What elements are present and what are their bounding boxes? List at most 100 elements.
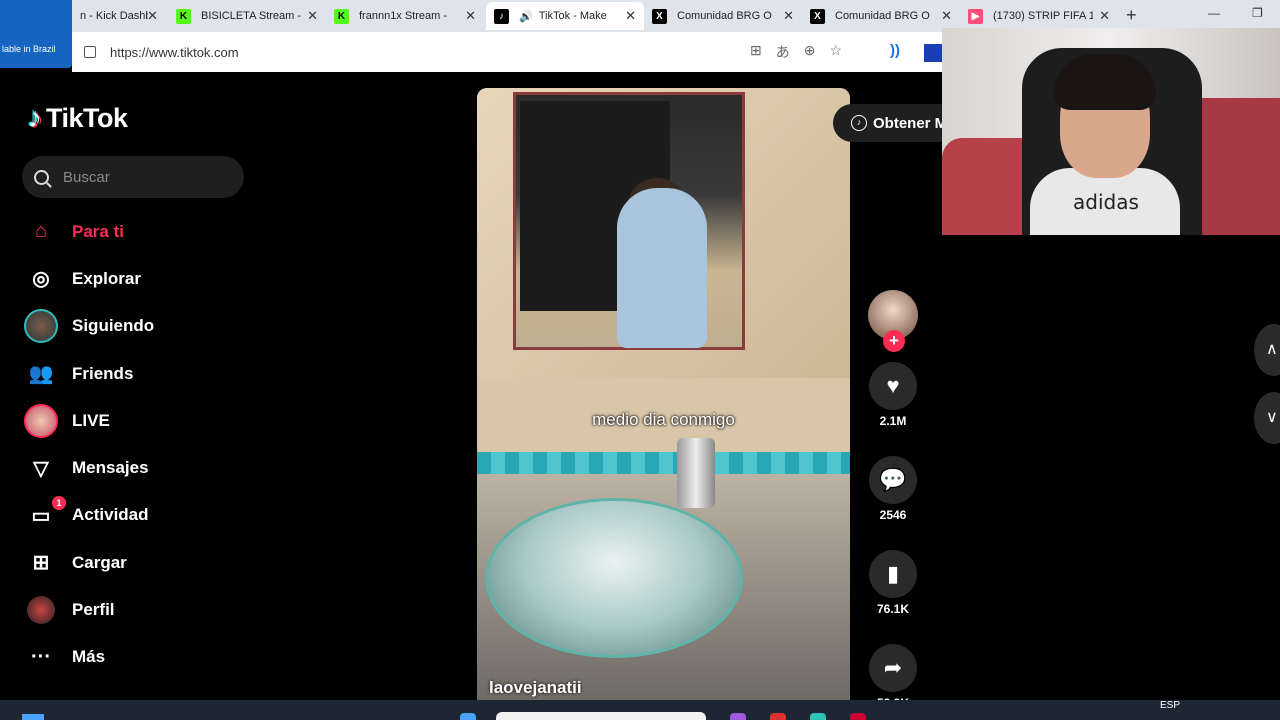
- address-bar: https://www.tiktok.com ⊞ あ ⊕ ☆ )): [72, 32, 942, 72]
- webcam-bed-right: [1192, 98, 1280, 235]
- comment-icon: 💬: [869, 456, 917, 504]
- close-icon[interactable]: ✕: [147, 8, 158, 24]
- tab-bisicleta-stream[interactable]: K BISICLETA Stream - ✕: [168, 2, 326, 30]
- zoom-icon[interactable]: ⊕: [804, 42, 816, 62]
- tab-title: Comunidad BRG O: [677, 10, 772, 22]
- live-avatar: [24, 403, 58, 438]
- upload-icon: ⊞: [32, 552, 50, 575]
- send-icon: ▽: [33, 457, 49, 480]
- sidebar-item-cargar[interactable]: ⊞ Cargar: [24, 539, 244, 586]
- sidebar-item-mensajes[interactable]: ▽ Mensajes: [24, 444, 244, 491]
- next-video-button[interactable]: ∨: [1254, 392, 1280, 444]
- taskbar-app-icon[interactable]: [770, 713, 786, 720]
- taskbar-search[interactable]: [496, 712, 706, 720]
- favorite-star-icon[interactable]: ☆: [829, 42, 842, 62]
- chevron-down-icon: ∨: [1266, 409, 1278, 426]
- close-icon[interactable]: ✕: [307, 8, 318, 24]
- tab-comunidad-brg-1[interactable]: X Comunidad BRG O ✕: [644, 2, 802, 30]
- sidebar-item-para-ti[interactable]: ⌂ Para ti: [24, 208, 244, 255]
- x-favicon-icon: X: [652, 8, 667, 24]
- previous-video-button[interactable]: ∧: [1254, 324, 1280, 376]
- url-text: https://www.tiktok.com: [110, 44, 239, 60]
- search-bar[interactable]: [22, 156, 244, 198]
- lock-icon[interactable]: [84, 46, 96, 58]
- sidebar-item-label: Más: [72, 647, 106, 667]
- sidebar-item-live[interactable]: LIVE: [24, 397, 244, 444]
- browser-window: n - Kick Dashb ✕ K BISICLETA Stream - ✕ …: [0, 0, 1280, 720]
- sidebar-item-siguiendo[interactable]: Siguiendo: [24, 303, 244, 350]
- tab-strip-fifa[interactable]: ▶ (1730) STRIP FIFA 1 ✕: [960, 2, 1118, 30]
- sidebar-item-label: Cargar: [72, 552, 127, 572]
- sidebar-item-label: Explorar: [72, 268, 141, 288]
- apps-icon[interactable]: ⊞: [750, 42, 762, 62]
- tab-comunidad-brg-2[interactable]: X Comunidad BRG O ✕: [802, 2, 960, 30]
- close-icon[interactable]: ✕: [1099, 8, 1110, 24]
- taskbar: ESP: [0, 700, 1280, 720]
- tab-title: TikTok - Make: [538, 10, 607, 22]
- sidebar-item-actividad[interactable]: ▭ 1 Actividad: [24, 492, 244, 539]
- url-field[interactable]: https://www.tiktok.com: [80, 38, 800, 66]
- get-app-label: Obtener M: [873, 114, 948, 132]
- comment-button[interactable]: 💬 2546: [868, 456, 918, 522]
- start-menu-icon[interactable]: [460, 713, 476, 720]
- close-icon[interactable]: ✕: [941, 8, 952, 24]
- address-bar-icons: ⊞ あ ⊕ ☆: [750, 42, 842, 62]
- minimize-icon[interactable]: —: [1208, 6, 1220, 20]
- comment-count: 2546: [879, 508, 907, 522]
- tab-kick-dashboard[interactable]: n - Kick Dashb ✕: [72, 2, 166, 30]
- tab-frannn1x-stream[interactable]: K frannn1x Stream - ✕: [326, 2, 484, 30]
- tab-title: (1730) STRIP FIFA 1: [993, 10, 1093, 22]
- search-input[interactable]: [63, 168, 223, 186]
- video-username[interactable]: laovejanatii: [489, 678, 582, 698]
- read-aloud-icon[interactable]: )): [890, 42, 900, 59]
- chevron-up-icon: ∧: [1266, 341, 1278, 358]
- language-indicator[interactable]: ESP: [1160, 700, 1180, 711]
- get-app-button[interactable]: ♪ Obtener M: [833, 104, 953, 142]
- home-icon: ⌂: [34, 220, 48, 243]
- video-actions: + ♥ 2.1M 💬 2546 ▮ 76.1K ➦ 53.3K: [868, 290, 918, 710]
- tiktok-note-icon: ♪: [28, 102, 42, 133]
- tab-tiktok[interactable]: ♪ 🔊 TikTok - Make ✕: [486, 2, 644, 30]
- promo-banner[interactable]: lable in Brazil: [0, 0, 72, 68]
- sidebar-item-label: Actividad: [72, 505, 149, 525]
- close-icon[interactable]: ✕: [625, 8, 636, 24]
- webcam-shirt-logo: adidas: [1073, 190, 1139, 214]
- taskbar-app-icon[interactable]: [850, 713, 866, 720]
- kick-favicon-icon: K: [334, 8, 349, 24]
- x-favicon-icon: X: [810, 8, 825, 24]
- new-tab-button[interactable]: +: [1126, 5, 1137, 26]
- save-button[interactable]: ▮ 76.1K: [868, 550, 918, 616]
- sidebar-item-label: Siguiendo: [72, 316, 155, 336]
- video-caption: medio dia conmigo: [592, 410, 735, 429]
- video-basin: [485, 498, 743, 658]
- sidebar-item-label: Para ti: [72, 221, 124, 241]
- taskbar-app-icon[interactable]: [730, 713, 746, 720]
- like-count: 2.1M: [879, 414, 907, 428]
- close-icon[interactable]: ✕: [465, 8, 476, 24]
- youtube-favicon-icon: ▶: [968, 8, 983, 24]
- translate-icon[interactable]: あ: [776, 42, 790, 62]
- follow-plus-icon[interactable]: +: [883, 330, 905, 352]
- extension-icon[interactable]: [924, 44, 942, 62]
- logo-text: TikTok: [46, 102, 128, 133]
- sidebar-item-label: Perfil: [72, 600, 115, 620]
- sidebar-item-explorar[interactable]: ◎ Explorar: [24, 255, 244, 302]
- tiktok-logo[interactable]: ♪ TikTok: [28, 102, 128, 134]
- notification-badge: 1: [52, 495, 66, 510]
- sidebar-item-mas[interactable]: ··· Más: [24, 634, 244, 681]
- tab-title: frannn1x Stream -: [359, 10, 448, 22]
- like-button[interactable]: ♥ 2.1M: [868, 362, 918, 428]
- windows-start-icon[interactable]: [22, 714, 44, 720]
- creator-avatar[interactable]: +: [868, 290, 918, 352]
- video-player[interactable]: medio dia conmigo laovejanatii: [477, 88, 850, 700]
- close-icon[interactable]: ✕: [783, 8, 794, 24]
- search-icon[interactable]: [34, 169, 49, 185]
- sidebar-nav: ⌂ Para ti ◎ Explorar Siguiendo 👥 Friends…: [24, 208, 244, 681]
- restore-icon[interactable]: ❐: [1252, 6, 1263, 20]
- sidebar-item-label: Mensajes: [72, 458, 149, 478]
- sidebar-item-friends[interactable]: 👥 Friends: [24, 350, 244, 397]
- taskbar-app-icon[interactable]: [810, 713, 826, 720]
- webcam-overlay: adidas: [942, 28, 1280, 235]
- video-tiles: [477, 452, 850, 474]
- sidebar-item-perfil[interactable]: Perfil: [24, 586, 244, 633]
